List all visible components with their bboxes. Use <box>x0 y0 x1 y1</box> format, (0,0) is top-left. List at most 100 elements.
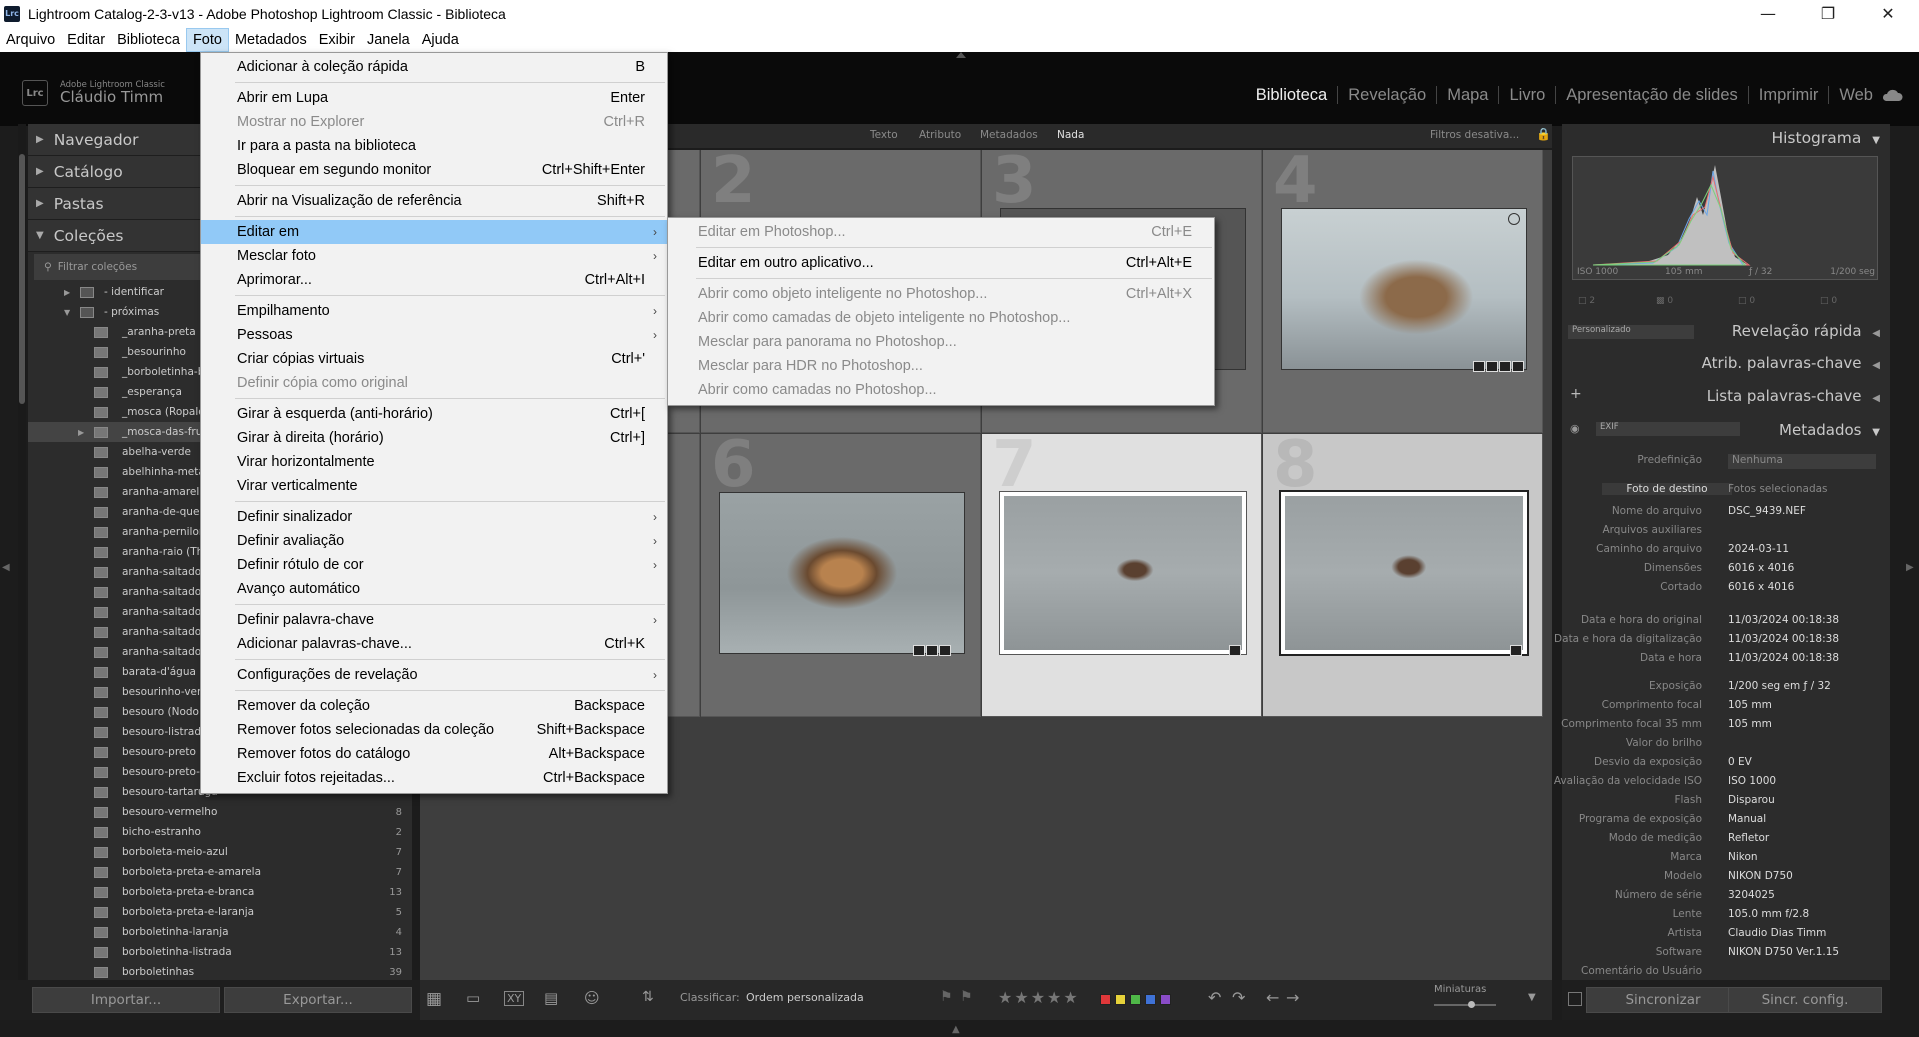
module-revelacao[interactable]: Revelação <box>1337 86 1436 104</box>
menu-item[interactable]: Girar à esquerda (anti-horário) Ctrl+[ <box>201 402 667 426</box>
quick-collection-icon[interactable] <box>1508 213 1520 225</box>
module-web[interactable]: Web <box>1828 86 1883 104</box>
collapse-top-icon[interactable] <box>956 52 966 58</box>
menu-item[interactable]: Editar em outro aplicativo... Ctrl+Alt+E <box>668 251 1214 275</box>
grid-cell-7[interactable]: 7 <box>982 434 1262 717</box>
keyword-list-header[interactable]: Lista palavras-chave ◀ <box>1707 387 1880 405</box>
rotate-right-icon[interactable]: ↷ <box>1232 988 1245 1007</box>
menu-item[interactable]: Adicionar palavras-chave... Ctrl+K <box>201 632 667 656</box>
tab-selected-photos[interactable]: Fotos selecionadas <box>1728 483 1828 495</box>
color-label-swatch[interactable] <box>1100 994 1111 1005</box>
menu-item[interactable]: Excluir fotos rejeitadas... Ctrl+Backspac… <box>201 766 667 790</box>
previous-icon[interactable]: ← <box>1266 988 1279 1007</box>
collection-item[interactable]: borboleta-preta-e-laranja 5 <box>28 902 412 922</box>
menu-item[interactable]: Remover da coleção Backspace <box>201 694 667 718</box>
module-biblioteca[interactable]: Biblioteca <box>1246 86 1338 104</box>
sync-button[interactable]: Sincronizar <box>1586 987 1740 1013</box>
loupe-view-icon[interactable]: ▭ <box>466 989 480 1007</box>
sort-select[interactable]: Ordem personalizada <box>746 991 864 1004</box>
maximize-icon[interactable]: ❐ <box>1798 0 1858 27</box>
tab-target-photo[interactable]: Foto de destino <box>1602 483 1732 495</box>
sort-direction-icon[interactable]: ⇅ <box>642 989 654 1005</box>
menu-item[interactable]: Girar à direita (horário) Ctrl+] <box>201 426 667 450</box>
collection-item[interactable]: besouro-vermelho 8 <box>28 802 412 822</box>
collection-item[interactable]: borboletinha-laranja 4 <box>28 922 412 942</box>
grid-cell-4[interactable]: 4 <box>1263 150 1543 433</box>
lock-icon[interactable]: 🔒 <box>1536 127 1551 141</box>
menu-exibir[interactable]: Exibir <box>313 28 361 52</box>
menu-item[interactable]: Pessoas › <box>201 323 667 347</box>
menu-item[interactable]: Empilhamento › <box>201 299 667 323</box>
menu-item[interactable]: Criar cópias virtuais Ctrl+' <box>201 347 667 371</box>
collection-item[interactable]: borboleta-meio-azul 7 <box>28 842 412 862</box>
keywording-header[interactable]: Atrib. palavras-chave ◀ <box>1702 354 1880 372</box>
next-icon[interactable]: → <box>1286 988 1299 1007</box>
color-label-swatch[interactable] <box>1115 994 1126 1005</box>
collection-item[interactable]: borboleta-preta-e-amarela 7 <box>28 862 412 882</box>
menu-item[interactable]: Bloquear em segundo monitor Ctrl+Shift+En… <box>201 158 667 182</box>
close-icon[interactable]: ✕ <box>1858 0 1918 27</box>
triangle-right-icon[interactable]: ▶ <box>64 288 70 297</box>
quick-develop-preset[interactable]: Personalizado <box>1568 325 1694 339</box>
menu-item[interactable]: Aprimorar... Ctrl+Alt+I <box>201 268 667 292</box>
color-label-swatch[interactable] <box>1130 994 1141 1005</box>
module-mapa[interactable]: Mapa <box>1436 86 1498 104</box>
photo-thumb-8[interactable] <box>1279 490 1529 656</box>
menu-item[interactable]: Virar verticalmente <box>201 474 667 498</box>
menu-item[interactable]: Configurações de revelação › <box>201 663 667 687</box>
rating-stars[interactable]: ★★★★★ <box>998 988 1080 1007</box>
tool-icon[interactable]: ▩ 0 <box>1656 296 1673 306</box>
menu-item[interactable]: Avanço automático <box>201 577 667 601</box>
compare-view-icon[interactable]: XY <box>504 991 525 1006</box>
module-slides[interactable]: Apresentação de slides <box>1555 86 1748 104</box>
menu-item[interactable]: Definir avaliação › <box>201 529 667 553</box>
quick-develop-header[interactable]: Revelação rápida ◀ <box>1732 322 1880 340</box>
sync-settings-button[interactable]: Sincr. config. <box>1728 987 1882 1013</box>
menu-biblioteca[interactable]: Biblioteca <box>111 28 186 52</box>
metadata-header[interactable]: Metadados ▼ <box>1779 421 1880 439</box>
menu-item[interactable]: Definir rótulo de cor › <box>201 553 667 577</box>
flag-icon[interactable]: ⚑ <box>940 989 953 1005</box>
photo-thumb-4[interactable] <box>1281 208 1527 370</box>
photo-thumb-6[interactable] <box>719 492 965 654</box>
metadata-preset-select[interactable]: EXIF <box>1596 422 1740 436</box>
grid-view-icon[interactable]: ▦ <box>426 989 442 1009</box>
add-keyword-icon[interactable]: + <box>1570 386 1582 402</box>
left-scrollbar[interactable] <box>18 124 26 980</box>
minimize-icon[interactable]: — <box>1738 0 1798 27</box>
collection-item[interactable]: borboletinhas 39 <box>28 962 412 982</box>
triangle-right-icon[interactable]: ▶ <box>78 428 84 437</box>
triangle-down-icon[interactable]: ▼ <box>64 308 70 317</box>
collection-item[interactable]: borboleta-preta-e-branca 13 <box>28 882 412 902</box>
menu-item[interactable]: Abrir em Lupa Enter <box>201 86 667 110</box>
menu-item[interactable]: Mesclar foto › <box>201 244 667 268</box>
filter-preset[interactable]: Filtros desativa... <box>1430 129 1519 141</box>
collapse-right-icon[interactable]: ▶ <box>1906 562 1914 573</box>
menu-item[interactable]: Ir para a pasta na biblioteca <box>201 134 667 158</box>
menu-item[interactable]: Editar em › <box>201 220 667 244</box>
rotate-left-icon[interactable]: ↶ <box>1208 988 1221 1007</box>
collection-item[interactable]: borboletinha-listrada 13 <box>28 942 412 962</box>
crop-icon[interactable]: □ 2 <box>1578 296 1595 306</box>
toolbar-menu-icon[interactable]: ▼ <box>1528 992 1536 1003</box>
people-view-icon[interactable]: ☺ <box>584 989 600 1007</box>
menu-janela[interactable]: Janela <box>361 28 416 52</box>
identity-plate[interactable]: Lrc Adobe Lightroom Classic Cláudio Timm <box>22 80 165 106</box>
module-imprimir[interactable]: Imprimir <box>1747 86 1829 104</box>
cloud-icon[interactable] <box>1881 88 1903 102</box>
filter-text[interactable]: Texto <box>870 129 898 141</box>
collection-item[interactable]: bicho-estranho 2 <box>28 822 412 842</box>
filter-attribute[interactable]: Atributo <box>919 129 961 141</box>
grid-cell-6[interactable]: 6 <box>701 434 981 717</box>
collapse-left-icon[interactable]: ◀ <box>2 562 10 573</box>
preset-select[interactable]: Nenhuma <box>1728 454 1876 469</box>
filter-none[interactable]: Nada <box>1057 129 1084 141</box>
module-livro[interactable]: Livro <box>1498 86 1555 104</box>
menu-ajuda[interactable]: Ajuda <box>416 28 465 52</box>
menu-item[interactable]: Virar horizontalmente <box>201 450 667 474</box>
menu-item[interactable]: Abrir na Visualização de referência Shift… <box>201 189 667 213</box>
grid-cell-8[interactable]: 8 <box>1263 434 1543 717</box>
menu-item[interactable]: Remover fotos selecionadas da coleção Shi… <box>201 718 667 742</box>
filter-metadata[interactable]: Metadados <box>980 129 1038 141</box>
histogram-header[interactable]: Histograma ▼ <box>1771 129 1880 147</box>
